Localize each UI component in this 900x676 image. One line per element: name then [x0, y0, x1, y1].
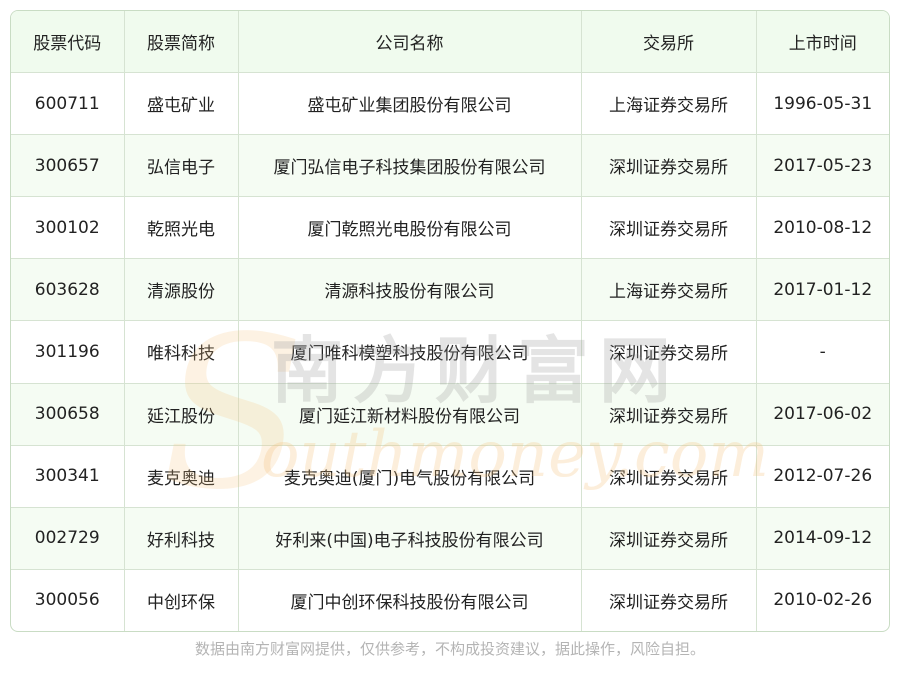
cell-stock-name: 延江股份 [124, 383, 239, 446]
table-row: 300056 中创环保 厦门中创环保科技股份有限公司 深圳证券交易所 2010-02-2… [11, 569, 889, 631]
cell-stock-code: 603628 [11, 258, 125, 322]
header-listing-date: 上市时间 [756, 11, 889, 73]
cell-stock-name: 清源股份 [124, 258, 239, 322]
table-row: 002729 好利科技 好利来(中国)电子科技股份有限公司 深圳证券交易所 2014-0… [11, 507, 889, 570]
cell-company-name: 清源科技股份有限公司 [238, 258, 582, 322]
cell-company-name: 麦克奥迪(厦门)电气股份有限公司 [238, 445, 582, 508]
cell-company-name: 厦门唯科模塑科技股份有限公司 [238, 320, 582, 384]
header-exchange: 交易所 [581, 11, 757, 73]
header-stock-code: 股票代码 [11, 11, 125, 73]
cell-listing-date: 2010-02-26 [773, 590, 873, 611]
cell-listing-date: 1996-05-31 [756, 72, 889, 136]
cell-stock-name: 麦克奥迪 [124, 445, 239, 508]
cell-stock-code: 600711 [11, 72, 125, 136]
cell-stock-code: 300102 [11, 196, 125, 260]
cell-stock-name: 盛屯矿业 [124, 72, 239, 136]
cell-listing-date: 2014-09-12 [756, 507, 889, 570]
cell-stock-code: 301196 [11, 320, 125, 384]
table-row: 300341 麦克奥迪 麦克奥迪(厦门)电气股份有限公司 深圳证券交易所 2012-07… [11, 445, 889, 508]
table-row: 600711 盛屯矿业 盛屯矿业集团股份有限公司 上海证券交易所 1996-05-31 [11, 72, 889, 136]
cell-listing-date: 2017-05-23 [756, 134, 889, 198]
cell-company-name: 好利来(中国)电子科技股份有限公司 [238, 507, 582, 570]
cell-company-name: 厦门延江新材料股份有限公司 [238, 383, 582, 446]
cell-stock-name: 弘信电子 [124, 134, 239, 198]
cell-exchange: 深圳证券交易所 [581, 320, 757, 384]
table-row: 603628 清源股份 清源科技股份有限公司 上海证券交易所 2017-01-12 [11, 258, 889, 322]
cell-exchange: 深圳证券交易所 [581, 569, 757, 631]
cell-stock-code: 300658 [11, 383, 125, 446]
cell-stock-name: 好利科技 [124, 507, 239, 570]
table-row: 300102 乾照光电 厦门乾照光电股份有限公司 深圳证券交易所 2010-08-12 [11, 196, 889, 260]
cell-exchange: 深圳证券交易所 [581, 134, 757, 198]
cell-listing-date: 2017-01-12 [756, 258, 889, 322]
cell-listing-date: - [756, 320, 889, 384]
cell-stock-name: 中创环保 [124, 569, 239, 631]
cell-exchange: 上海证券交易所 [581, 72, 757, 136]
cell-listing-date: 2010-08-12 [756, 196, 889, 260]
table-row: 300658 延江股份 厦门延江新材料股份有限公司 深圳证券交易所 2017-06-02 [11, 383, 889, 446]
cell-stock-code: 002729 [11, 507, 125, 570]
cell-stock-code: 300657 [11, 134, 125, 198]
cell-exchange: 深圳证券交易所 [581, 445, 757, 508]
table-row: 301196 唯科科技 厦门唯科模塑科技股份有限公司 深圳证券交易所 - [11, 320, 889, 384]
table-header-row: 股票代码 股票简称 公司名称 交易所 上市时间 [11, 11, 889, 73]
cell-exchange: 深圳证券交易所 [581, 507, 757, 570]
header-company-name: 公司名称 [238, 11, 582, 73]
cell-stock-code: 300341 [11, 445, 125, 508]
data-disclaimer: 数据由南方财富网提供，仅供参考，不构成投资建议，据此操作，风险自担。 [194, 640, 705, 658]
cell-company-name: 盛屯矿业集团股份有限公司 [238, 72, 582, 136]
cell-stock-name: 乾照光电 [124, 196, 239, 260]
stock-table-container: 股票代码 股票简称 公司名称 交易所 上市时间 600711 盛屯矿业 盛屯矿业集团… [10, 10, 890, 632]
cell-stock-code: 300056 [11, 569, 125, 631]
header-stock-name: 股票简称 [124, 11, 239, 73]
cell-listing-date: 2017-06-02 [756, 383, 889, 446]
cell-company-name: 厦门弘信电子科技集团股份有限公司 [238, 134, 582, 198]
cell-exchange: 深圳证券交易所 [581, 383, 757, 446]
cell-stock-name: 唯科科技 [124, 320, 239, 384]
cell-company-name: 厦门中创环保科技股份有限公司 [238, 569, 582, 631]
cell-exchange: 深圳证券交易所 [581, 196, 757, 260]
cell-company-name: 厦门乾照光电股份有限公司 [238, 196, 582, 260]
stock-table: 股票代码 股票简称 公司名称 交易所 上市时间 600711 盛屯矿业 盛屯矿业集团… [11, 11, 889, 631]
cell-exchange: 上海证券交易所 [581, 258, 757, 322]
table-row: 300657 弘信电子 厦门弘信电子科技集团股份有限公司 深圳证券交易所 2017-05… [11, 134, 889, 198]
cell-listing-date: 2012-07-26 [756, 445, 889, 508]
